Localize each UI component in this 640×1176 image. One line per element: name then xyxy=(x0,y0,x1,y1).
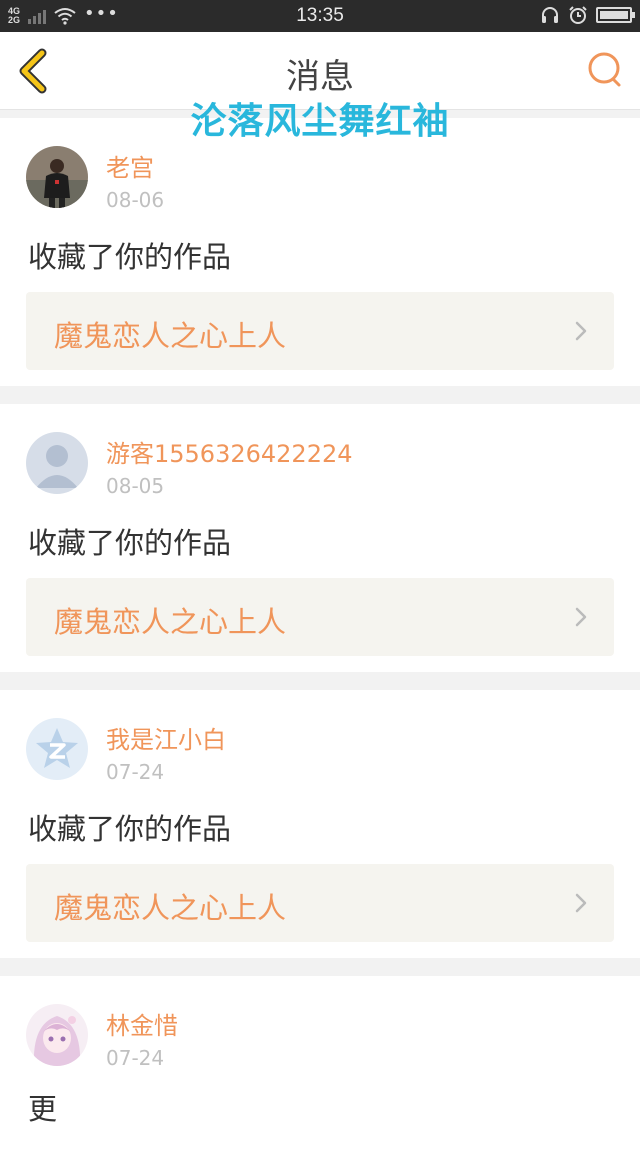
photo-avatar-icon xyxy=(26,146,88,208)
message-action: 更 xyxy=(28,1092,58,1126)
message-date: 07-24 xyxy=(106,1046,165,1070)
nav-bar: 消息 xyxy=(0,32,640,110)
default-user-icon xyxy=(26,432,88,494)
message-action: 收藏了你的作品 xyxy=(28,812,232,846)
message-date: 08-05 xyxy=(106,474,165,498)
work-link[interactable]: 魔鬼恋人之心上人 xyxy=(26,292,614,370)
avatar[interactable] xyxy=(26,718,88,780)
message-card[interactable]: 我是江小白 07-24 收藏了你的作品 魔鬼恋人之心上人 xyxy=(0,690,640,958)
message-card[interactable]: 林金惜 07-24 更 xyxy=(0,976,640,1176)
username[interactable]: 我是江小白 xyxy=(106,720,226,755)
anime-avatar-icon xyxy=(26,1004,88,1066)
battery-icon xyxy=(596,7,635,23)
work-link[interactable]: 魔鬼恋人之心上人 xyxy=(26,864,614,942)
avatar[interactable] xyxy=(26,146,88,208)
chevron-right-icon xyxy=(575,893,587,913)
username[interactable]: 林金惜 xyxy=(106,1006,178,1041)
avatar[interactable] xyxy=(26,1004,88,1066)
username[interactable]: 游客1556326422224 xyxy=(106,434,353,469)
avatar[interactable] xyxy=(26,432,88,494)
chevron-right-icon xyxy=(575,607,587,627)
work-title: 魔鬼恋人之心上人 xyxy=(54,319,287,353)
message-list: 老宫 08-06 收藏了你的作品 魔鬼恋人之心上人 游客155632642222… xyxy=(0,118,640,1176)
message-card[interactable]: 游客1556326422224 08-05 收藏了你的作品 魔鬼恋人之心上人 xyxy=(0,404,640,672)
message-action: 收藏了你的作品 xyxy=(28,526,232,560)
work-link[interactable]: 魔鬼恋人之心上人 xyxy=(26,578,614,656)
alarm-icon xyxy=(569,6,587,24)
message-date: 07-24 xyxy=(106,760,165,784)
work-title: 魔鬼恋人之心上人 xyxy=(54,605,287,639)
qq-icon xyxy=(26,718,88,780)
headphones-icon xyxy=(542,7,558,23)
message-action: 收藏了你的作品 xyxy=(28,240,232,274)
chevron-right-icon xyxy=(575,321,587,341)
username[interactable]: 老宫 xyxy=(106,148,154,183)
message-date: 08-06 xyxy=(106,188,165,212)
status-right xyxy=(540,5,635,25)
status-bar: 4G 2G ••• 13:35 xyxy=(0,0,640,32)
search-icon[interactable] xyxy=(586,50,626,90)
work-title: 魔鬼恋人之心上人 xyxy=(54,891,287,925)
message-card[interactable]: 老宫 08-06 收藏了你的作品 魔鬼恋人之心上人 xyxy=(0,118,640,386)
page-title: 消息 xyxy=(286,57,354,97)
